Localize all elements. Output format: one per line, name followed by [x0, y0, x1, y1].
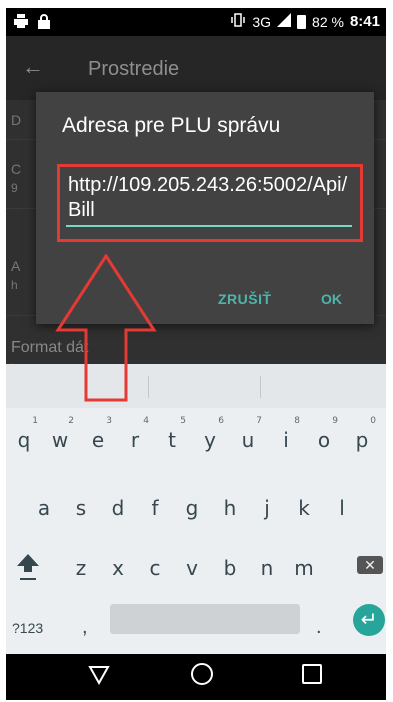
dialog-title: Adresa pre PLU správu — [62, 114, 281, 137]
key-y[interactable]: 6y — [196, 416, 224, 452]
list-item-title: D — [11, 112, 22, 128]
page-title: Prostredie — [88, 58, 180, 80]
key-m[interactable]: m — [290, 556, 318, 580]
battery-icon — [297, 14, 307, 29]
backspace-icon[interactable]: ✕ — [357, 556, 383, 574]
ok-button[interactable]: OK — [321, 291, 342, 307]
key-f[interactable]: f — [141, 496, 169, 520]
key-p[interactable]: 0p — [348, 416, 376, 452]
clock: 8:41 — [349, 13, 380, 30]
list-item-title: A — [11, 258, 21, 274]
key-k[interactable]: k — [290, 496, 318, 520]
key-q[interactable]: 1q — [10, 416, 38, 452]
url-input[interactable]: http://109.205.243.26:5002/Api/Bill — [68, 173, 352, 223]
soft-keyboard: 1q 2w 3e 4r 5t 6y 7u 8i 9o 0p a s d f g … — [6, 364, 386, 654]
annotation-arrow — [55, 254, 157, 402]
lock-icon — [38, 14, 50, 34]
signal-icon — [277, 13, 292, 30]
list-item-subtitle: h — [11, 278, 18, 292]
back-arrow-icon[interactable]: ← — [22, 56, 44, 78]
suggestion-divider — [260, 376, 261, 398]
printer-icon — [14, 14, 28, 34]
key-r[interactable]: 4r — [121, 416, 149, 452]
battery-level: 82 % — [312, 13, 344, 30]
key-n[interactable]: n — [253, 556, 281, 580]
key-z[interactable]: z — [67, 556, 95, 580]
navigation-bar — [6, 654, 386, 700]
input-underline — [66, 225, 352, 227]
key-x[interactable]: x — [104, 556, 132, 580]
comma-key[interactable]: , — [82, 616, 88, 639]
url-highlight-box: http://109.205.243.26:5002/Api/Bill — [57, 164, 363, 242]
key-s[interactable]: s — [67, 496, 95, 520]
key-v[interactable]: v — [178, 556, 206, 580]
list-item-title: C — [11, 161, 22, 177]
network-type: 3G — [252, 13, 272, 30]
key-i[interactable]: 8i — [272, 416, 300, 452]
key-h[interactable]: h — [216, 496, 244, 520]
nav-back-icon[interactable] — [88, 665, 110, 690]
phone-screen: 3G 82 % 8:41 ← Prostredie D C 9 A h Form… — [6, 8, 386, 700]
shift-icon[interactable] — [16, 552, 40, 582]
period-key[interactable]: . — [316, 616, 322, 639]
numbers-key[interactable]: ?123 — [12, 620, 43, 636]
nav-home-icon[interactable] — [191, 663, 213, 685]
app-bar: ← Prostredie — [6, 36, 386, 100]
key-l[interactable]: l — [328, 496, 356, 520]
key-o[interactable]: 9o — [310, 416, 338, 452]
key-d[interactable]: d — [104, 496, 132, 520]
key-t[interactable]: 5t — [158, 416, 186, 452]
vibrate-icon — [230, 13, 246, 30]
key-w[interactable]: 2w — [46, 416, 74, 452]
key-g[interactable]: g — [178, 496, 206, 520]
space-key[interactable] — [110, 604, 300, 634]
nav-recent-icon[interactable] — [302, 664, 322, 684]
status-bar: 3G 82 % 8:41 — [6, 8, 386, 36]
key-e[interactable]: 3e — [84, 416, 112, 452]
enter-icon[interactable]: ↵ — [353, 604, 385, 636]
cancel-button[interactable]: ZRUŠIŤ — [218, 291, 272, 307]
key-a[interactable]: a — [30, 496, 58, 520]
key-u[interactable]: 7u — [234, 416, 262, 452]
key-b[interactable]: b — [216, 556, 244, 580]
list-item-subtitle: 9 — [11, 181, 18, 195]
key-j[interactable]: j — [253, 496, 281, 520]
key-c[interactable]: c — [141, 556, 169, 580]
